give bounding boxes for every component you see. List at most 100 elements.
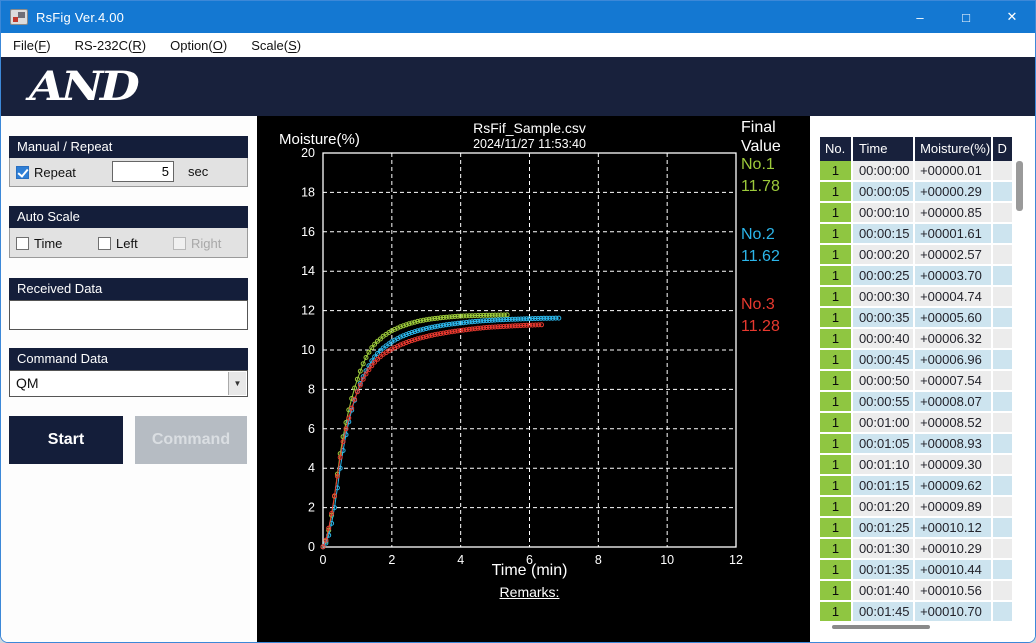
column-header-moisture: Moisture(%) (915, 137, 990, 161)
close-button[interactable]: ✕ (989, 1, 1035, 33)
table-row[interactable]: 100:00:25+00003.70 (820, 266, 1014, 285)
checkbox-label: Right (191, 236, 221, 251)
remarks-label: Remarks: (323, 584, 736, 600)
table-cell: 1 (820, 392, 851, 411)
table-cell: +00010.29 (915, 539, 991, 558)
table-row[interactable]: 100:01:20+00009.89 (820, 497, 1014, 516)
table-cell: 1 (820, 287, 851, 306)
table-row[interactable]: 100:00:35+00005.60 (820, 308, 1014, 327)
table-cell: +00010.70 (915, 602, 991, 621)
table-row[interactable]: 100:00:15+00001.61 (820, 224, 1014, 243)
maximize-button[interactable]: □ (943, 1, 989, 33)
minimize-button[interactable]: – (897, 1, 943, 33)
table-cell (993, 518, 1012, 537)
auto-scale-time-checkbox[interactable]: Time (16, 235, 62, 253)
column-header-d: D (993, 137, 1012, 161)
table-row[interactable]: 100:00:50+00007.54 (820, 371, 1014, 390)
table-cell: 00:01:20 (853, 497, 913, 516)
table-cell: +00001.61 (915, 224, 991, 243)
table-row[interactable]: 100:00:20+00002.57 (820, 245, 1014, 264)
column-header-no: No. (820, 137, 851, 161)
table-row[interactable]: 100:01:30+00010.29 (820, 539, 1014, 558)
table-cell (993, 539, 1012, 558)
table-cell: 1 (820, 518, 851, 537)
table-cell: +00008.07 (915, 392, 991, 411)
received-data-input[interactable] (9, 300, 248, 330)
table-row[interactable]: 100:01:00+00008.52 (820, 413, 1014, 432)
table-cell: 1 (820, 203, 851, 222)
svg-text:2: 2 (308, 501, 315, 515)
table-row[interactable]: 100:01:35+00010.44 (820, 560, 1014, 579)
table-cell (993, 308, 1012, 327)
auto-scale-left-checkbox[interactable]: Left (98, 235, 138, 253)
checkbox-box[interactable] (98, 237, 111, 250)
table-cell: 1 (820, 329, 851, 348)
horizontal-scrollbar-thumb[interactable] (832, 625, 930, 629)
table-cell: 1 (820, 434, 851, 453)
table-row[interactable]: 100:00:40+00006.32 (820, 329, 1014, 348)
table-row[interactable]: 100:01:45+00010.70 (820, 602, 1014, 621)
table-row[interactable]: 100:00:00+00000.01 (820, 161, 1014, 180)
table-row[interactable]: 100:01:40+00010.56 (820, 581, 1014, 600)
manual-repeat-header: Manual / Repeat (9, 136, 248, 158)
command-data-header: Command Data (9, 348, 248, 370)
command-data-combobox[interactable]: QM ▼ (9, 370, 248, 397)
table-cell: 00:00:30 (853, 287, 913, 306)
repeat-checkbox-box[interactable] (16, 166, 29, 179)
svg-text:8: 8 (308, 382, 315, 396)
table-row[interactable]: 100:00:55+00008.07 (820, 392, 1014, 411)
chevron-down-icon[interactable]: ▼ (228, 372, 246, 395)
series-no3-line (323, 325, 542, 547)
table-cell (993, 581, 1012, 600)
checkbox-box[interactable] (16, 237, 29, 250)
svg-text:14: 14 (301, 264, 315, 278)
table-row[interactable]: 100:00:10+00000.85 (820, 203, 1014, 222)
table-cell (993, 602, 1012, 621)
table-cell: +00000.85 (915, 203, 991, 222)
table-cell: 00:00:10 (853, 203, 913, 222)
table-cell: 00:00:20 (853, 245, 913, 264)
menu-option[interactable]: Option(O) (158, 33, 239, 57)
table-cell: 1 (820, 245, 851, 264)
table-row[interactable]: 100:01:15+00009.62 (820, 476, 1014, 495)
table-row[interactable]: 100:00:30+00004.74 (820, 287, 1014, 306)
table-cell: 1 (820, 476, 851, 495)
table-row[interactable]: 100:01:05+00008.93 (820, 434, 1014, 453)
svg-text:10: 10 (301, 343, 315, 357)
table-cell (993, 161, 1012, 180)
svg-text:0: 0 (308, 540, 315, 554)
table-row[interactable]: 100:01:10+00009.30 (820, 455, 1014, 474)
column-header-time: Time (853, 137, 913, 161)
menu-rs-232c[interactable]: RS-232C(R) (63, 33, 159, 57)
checkbox-label: Time (34, 236, 62, 251)
checkbox-label: Left (116, 236, 138, 251)
table-cell: 00:00:05 (853, 182, 913, 201)
table-cell: 1 (820, 581, 851, 600)
table-cell: 1 (820, 455, 851, 474)
auto-scale-header: Auto Scale (9, 206, 248, 228)
start-button[interactable]: Start (9, 416, 123, 464)
command-button[interactable]: Command (135, 416, 247, 464)
table-cell (993, 287, 1012, 306)
table-cell: 1 (820, 413, 851, 432)
menu-bar: File(F)RS-232C(R)Option(O)Scale(S) (1, 33, 1035, 57)
table-cell: 1 (820, 266, 851, 285)
table-cell (993, 182, 1012, 201)
repeat-checkbox[interactable]: Repeat (16, 164, 76, 182)
menu-scale[interactable]: Scale(S) (239, 33, 313, 57)
table-cell (993, 224, 1012, 243)
table-row[interactable]: 100:00:05+00000.29 (820, 182, 1014, 201)
table-cell: +00007.54 (915, 371, 991, 390)
received-data-header: Received Data (9, 278, 248, 300)
final-value-no1: No.111.78 (741, 154, 807, 198)
table-row[interactable]: 100:01:25+00010.12 (820, 518, 1014, 537)
repeat-interval-input[interactable] (112, 161, 174, 182)
table-cell: +00008.52 (915, 413, 991, 432)
checkbox-box (173, 237, 186, 250)
table-cell (993, 497, 1012, 516)
vertical-scrollbar-thumb[interactable] (1016, 161, 1023, 211)
table-cell: 00:01:10 (853, 455, 913, 474)
table-row[interactable]: 100:00:45+00006.96 (820, 350, 1014, 369)
menu-file[interactable]: File(F) (1, 33, 63, 57)
table-cell: +00009.62 (915, 476, 991, 495)
